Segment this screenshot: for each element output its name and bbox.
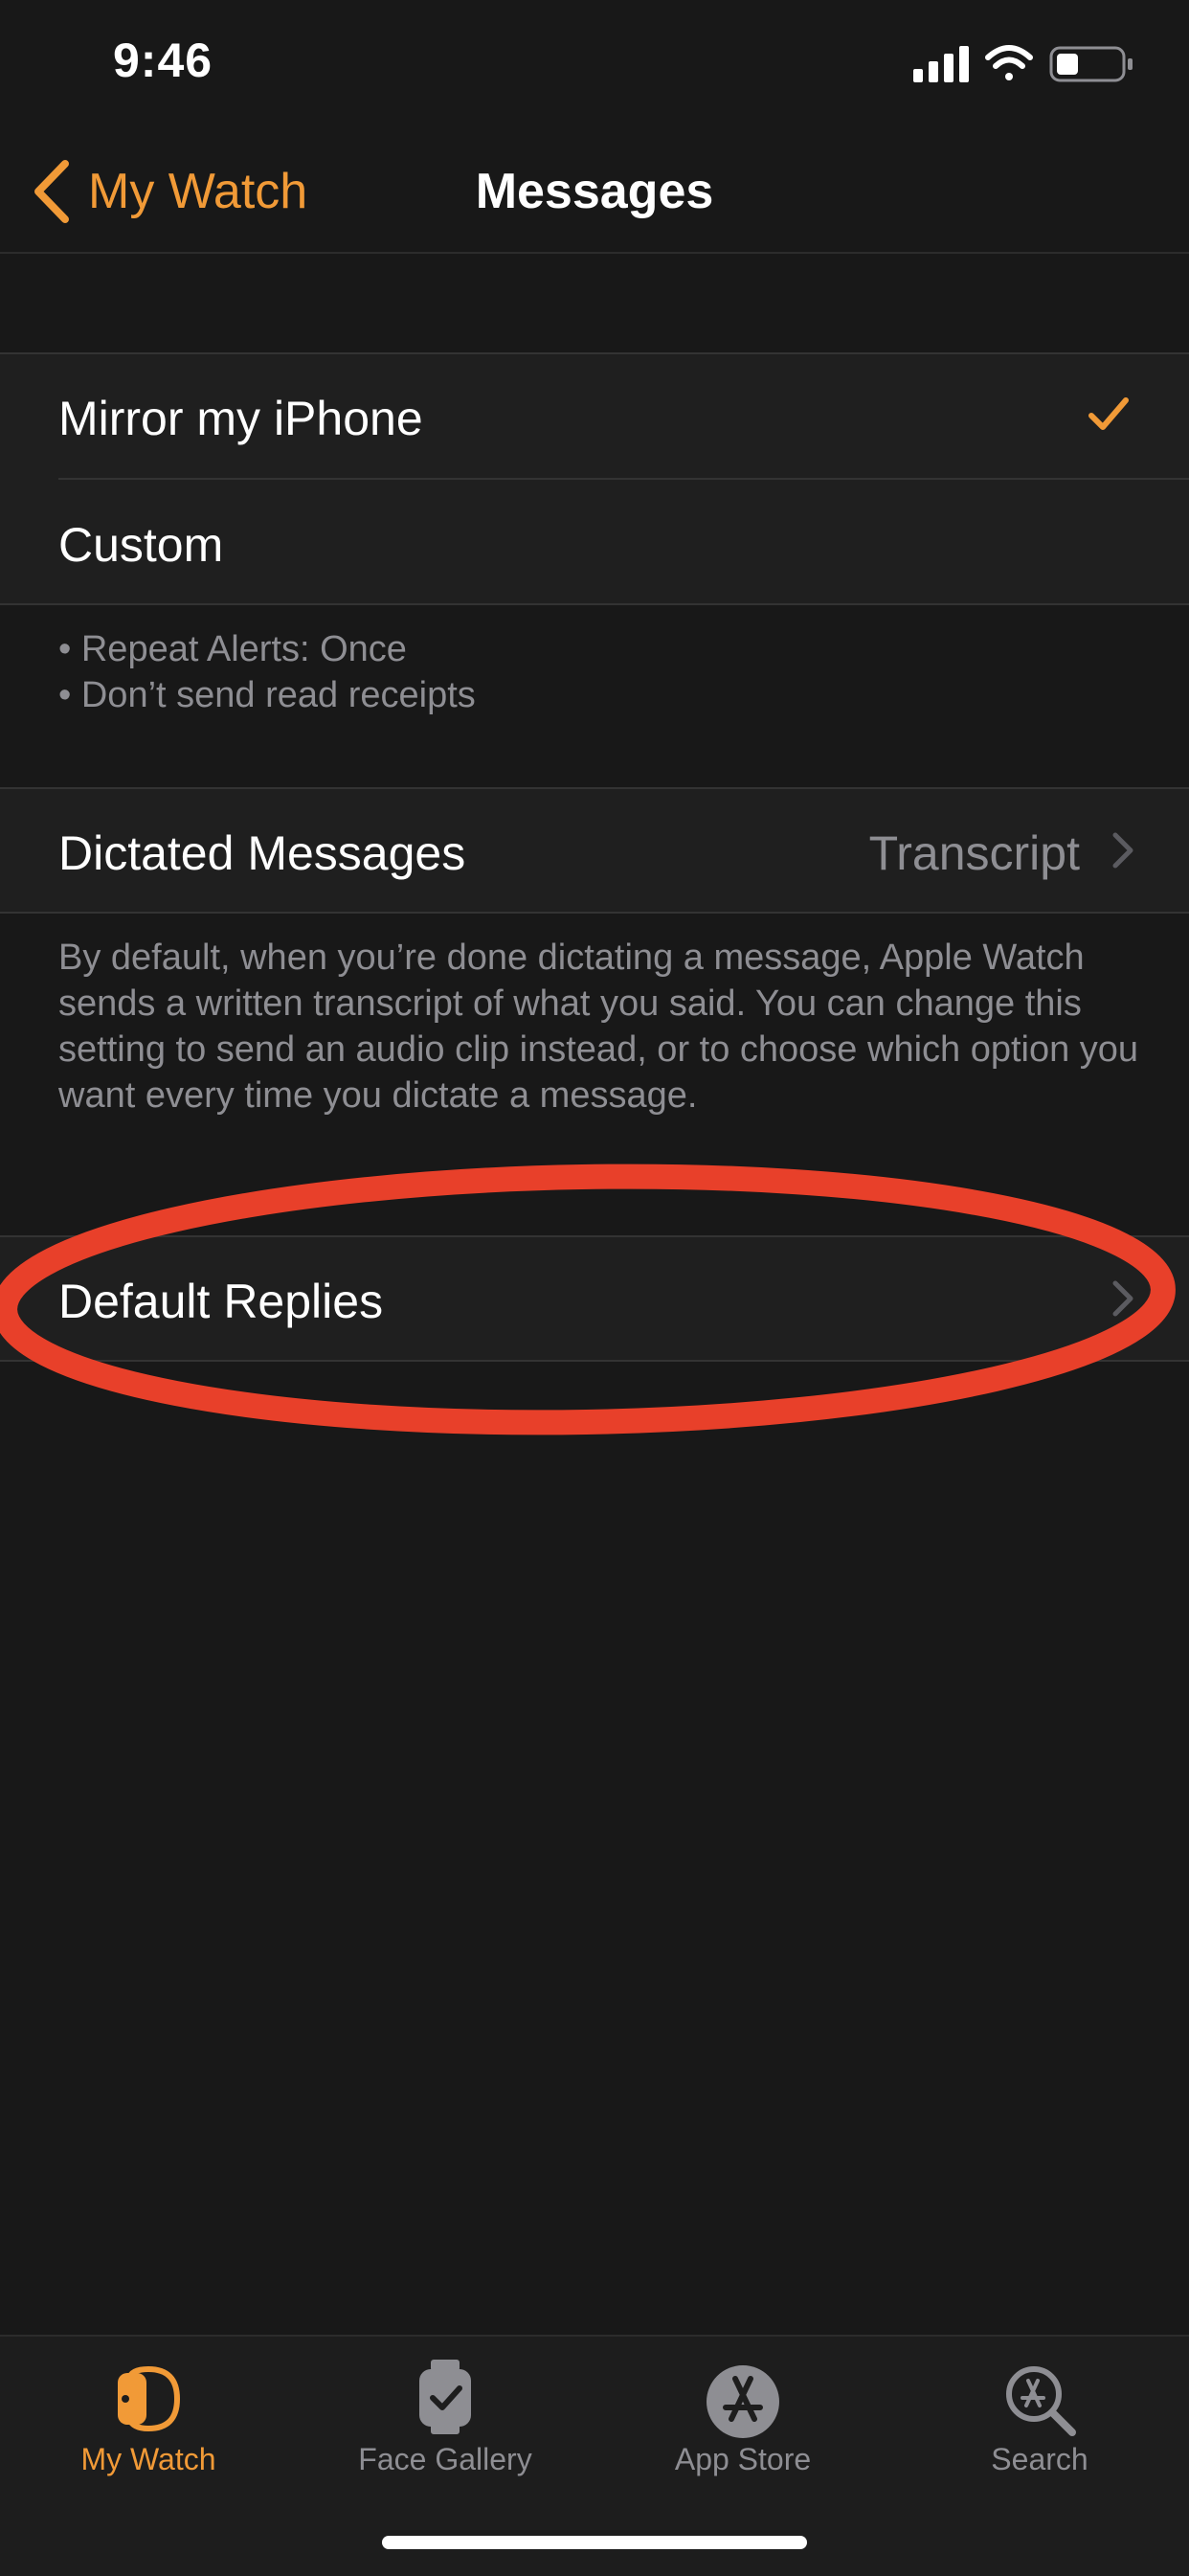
search-icon <box>1006 2366 1076 2436</box>
cellular-signal-icon <box>913 46 969 82</box>
watch-icon <box>118 2366 181 2432</box>
annotation-circle <box>0 1164 1176 1435</box>
status-time: 9:46 <box>113 34 213 87</box>
custom-info-line: • Don’t send read receipts <box>58 675 476 715</box>
tab-face-gallery[interactable]: Face Gallery <box>297 2337 594 2509</box>
option-label: Custom <box>58 518 224 572</box>
wifi-icon <box>985 45 1033 80</box>
home-indicator[interactable] <box>382 2536 807 2549</box>
face-gallery-icon <box>419 2360 471 2434</box>
dictated-messages-label: Dictated Messages <box>58 826 466 880</box>
page-title: Messages <box>475 164 714 219</box>
mode-group: Mirror my iPhone Custom <box>0 352 1189 605</box>
tab-label: My Watch <box>80 2442 216 2476</box>
dictated-messages-row[interactable]: Dictated Messages Transcript <box>0 787 1189 914</box>
custom-info-line: • Repeat Alerts: Once <box>58 629 407 669</box>
tab-my-watch[interactable]: My Watch <box>0 2337 297 2509</box>
option-custom[interactable]: Custom <box>0 479 1189 605</box>
custom-info: • Repeat Alerts: Once • Don’t send read … <box>58 626 1131 718</box>
option-mirror-iphone[interactable]: Mirror my iPhone <box>0 352 1189 479</box>
tab-label: Face Gallery <box>358 2442 532 2476</box>
app-store-icon <box>707 2365 779 2438</box>
tab-search[interactable]: Search <box>891 2337 1188 2509</box>
status-icons <box>913 45 1133 82</box>
nav-divider <box>0 252 1189 254</box>
option-label: Mirror my iPhone <box>58 392 423 445</box>
battery-icon <box>1049 46 1133 82</box>
chevron-right-icon <box>1112 832 1133 869</box>
checkmark-icon <box>1088 397 1129 430</box>
tab-label: Search <box>991 2442 1088 2476</box>
dictated-messages-footer: By default, when you’re done dictating a… <box>58 938 1139 1116</box>
tab-app-store[interactable]: App Store <box>594 2337 891 2509</box>
dictated-messages-value: Transcript <box>868 826 1080 880</box>
tab-label: App Store <box>674 2442 812 2476</box>
